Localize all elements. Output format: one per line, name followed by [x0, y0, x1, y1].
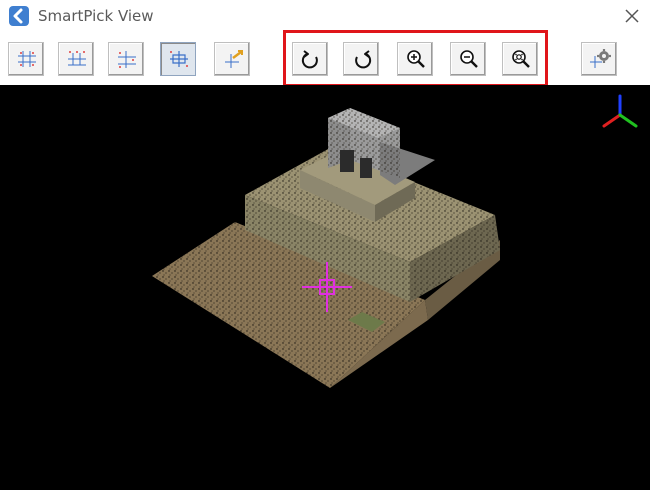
settings-button[interactable] — [581, 42, 617, 76]
window-title: SmartPick View — [38, 7, 154, 25]
pan-view-icon — [225, 50, 243, 68]
view-side-icon — [118, 51, 136, 68]
view-front-button[interactable] — [58, 42, 94, 76]
settings-icon — [590, 49, 611, 68]
view-iso-button[interactable] — [160, 42, 196, 76]
title-bar: SmartPick View — [0, 0, 650, 32]
close-button[interactable] — [620, 4, 644, 28]
view-top-icon — [18, 51, 36, 67]
close-icon — [625, 9, 639, 23]
view-side-button[interactable] — [108, 42, 144, 76]
highlight-annotation — [283, 30, 548, 87]
view-iso-icon — [170, 51, 188, 67]
point-cloud-viewport[interactable] — [0, 85, 650, 490]
point-cloud-scene — [152, 94, 638, 388]
app-logo-icon — [9, 6, 29, 26]
view-front-icon — [68, 51, 86, 66]
pan-view-button[interactable] — [214, 42, 250, 76]
axis-triad — [602, 94, 638, 128]
view-top-button[interactable] — [8, 42, 44, 76]
